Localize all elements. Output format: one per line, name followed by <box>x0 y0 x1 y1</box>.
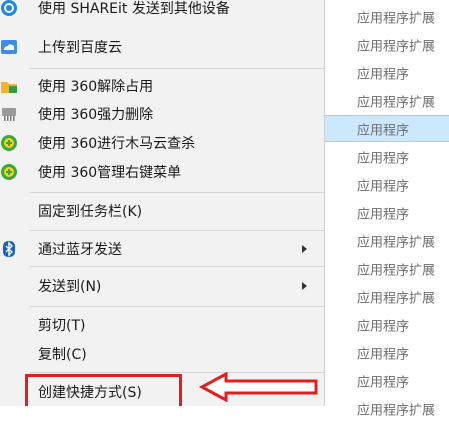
file-type-cell: 应用程序 <box>357 347 410 362</box>
menu-item-bluetooth[interactable]: 通过蓝牙发送 <box>0 235 324 263</box>
menu-item-pin-taskbar[interactable]: 固定到任务栏(K) <box>0 197 324 225</box>
360-unlock-icon <box>1 82 17 93</box>
file-type-cell: 应用程序扩展 <box>357 39 436 54</box>
menu-item-label: 使用 360进行木马云查杀 <box>38 136 196 152</box>
menu-item-copy[interactable]: 复制(C) <box>0 340 324 368</box>
file-type-cell: 应用程序 <box>357 319 410 334</box>
menu-separator <box>30 192 324 193</box>
menu-item-send-to[interactable]: 发送到(N) <box>0 272 324 300</box>
menu-item-360-unlock[interactable]: 使用 360解除占用 <box>0 72 324 100</box>
baidu-cloud-icon <box>1 40 17 54</box>
submenu-arrow-icon <box>302 245 307 253</box>
menu-item-360-menu[interactable]: 使用 360管理右键菜单 <box>0 158 324 186</box>
menu-item-label: 使用 SHAREit 发送到其他设备 <box>38 1 230 17</box>
menu-separator <box>30 266 324 267</box>
file-type-cell: 应用程序扩展 <box>357 263 436 278</box>
menu-separator <box>30 230 324 231</box>
file-type-cell: 应用程序 <box>357 151 410 166</box>
file-type-cell: 应用程序 <box>357 375 410 390</box>
360-menu-icon <box>1 164 17 180</box>
menu-item-360-scan[interactable]: 使用 360进行木马云查杀 <box>0 129 324 157</box>
bluetooth-icon <box>3 241 15 257</box>
menu-separator <box>30 68 324 69</box>
menu-item-label: 剪切(T) <box>38 318 86 334</box>
file-type-cell: 应用程序扩展 <box>357 291 436 306</box>
submenu-arrow-icon <box>302 282 307 290</box>
menu-item-shareit[interactable]: 使用 SHAREit 发送到其他设备 <box>0 0 324 22</box>
menu-item-label: 复制(C) <box>38 347 87 363</box>
menu-item-360-shred[interactable]: 使用 360强力删除 <box>0 100 324 128</box>
file-type-cell: 应用程序 <box>357 179 410 194</box>
shareit-icon <box>1 0 17 16</box>
menu-item-label: 发送到(N) <box>38 279 102 295</box>
menu-item-label: 通过蓝牙发送 <box>38 242 122 258</box>
file-type-cell: 应用程序 <box>357 67 410 82</box>
menu-item-baidu-cloud[interactable]: 上传到百度云 <box>0 33 324 61</box>
menu-item-label: 使用 360管理右键菜单 <box>38 165 182 181</box>
file-type-cell: 应用程序扩展 <box>357 235 436 250</box>
menu-separator <box>30 306 324 307</box>
file-type-cell: 应用程序 <box>357 207 410 222</box>
menu-item-label: 固定到任务栏(K) <box>38 204 143 220</box>
menu-item-label: 使用 360强力删除 <box>38 107 154 123</box>
context-menu: 使用 SHAREit 发送到其他设备 上传到百度云 使用 360解除占用 使用 … <box>0 0 325 406</box>
menu-item-label: 上传到百度云 <box>38 40 122 56</box>
360-scan-icon <box>1 135 17 151</box>
file-type-cell: 应用程序扩展 <box>357 403 436 418</box>
menu-item-cut[interactable]: 剪切(T) <box>0 311 324 339</box>
file-type-cell: 应用程序扩展 <box>357 95 436 110</box>
file-type-cell-selected: 应用程序 <box>325 115 449 142</box>
annotation-highlight-box <box>25 374 182 406</box>
file-type-column: 应用程序扩展 应用程序扩展 应用程序 应用程序扩展 应用程序 应用程序 应用程序… <box>325 0 449 418</box>
360-shred-icon <box>2 108 16 121</box>
menu-item-label: 使用 360解除占用 <box>38 79 154 95</box>
annotation-arrow-icon <box>198 372 318 402</box>
file-type-cell: 应用程序扩展 <box>357 11 436 26</box>
